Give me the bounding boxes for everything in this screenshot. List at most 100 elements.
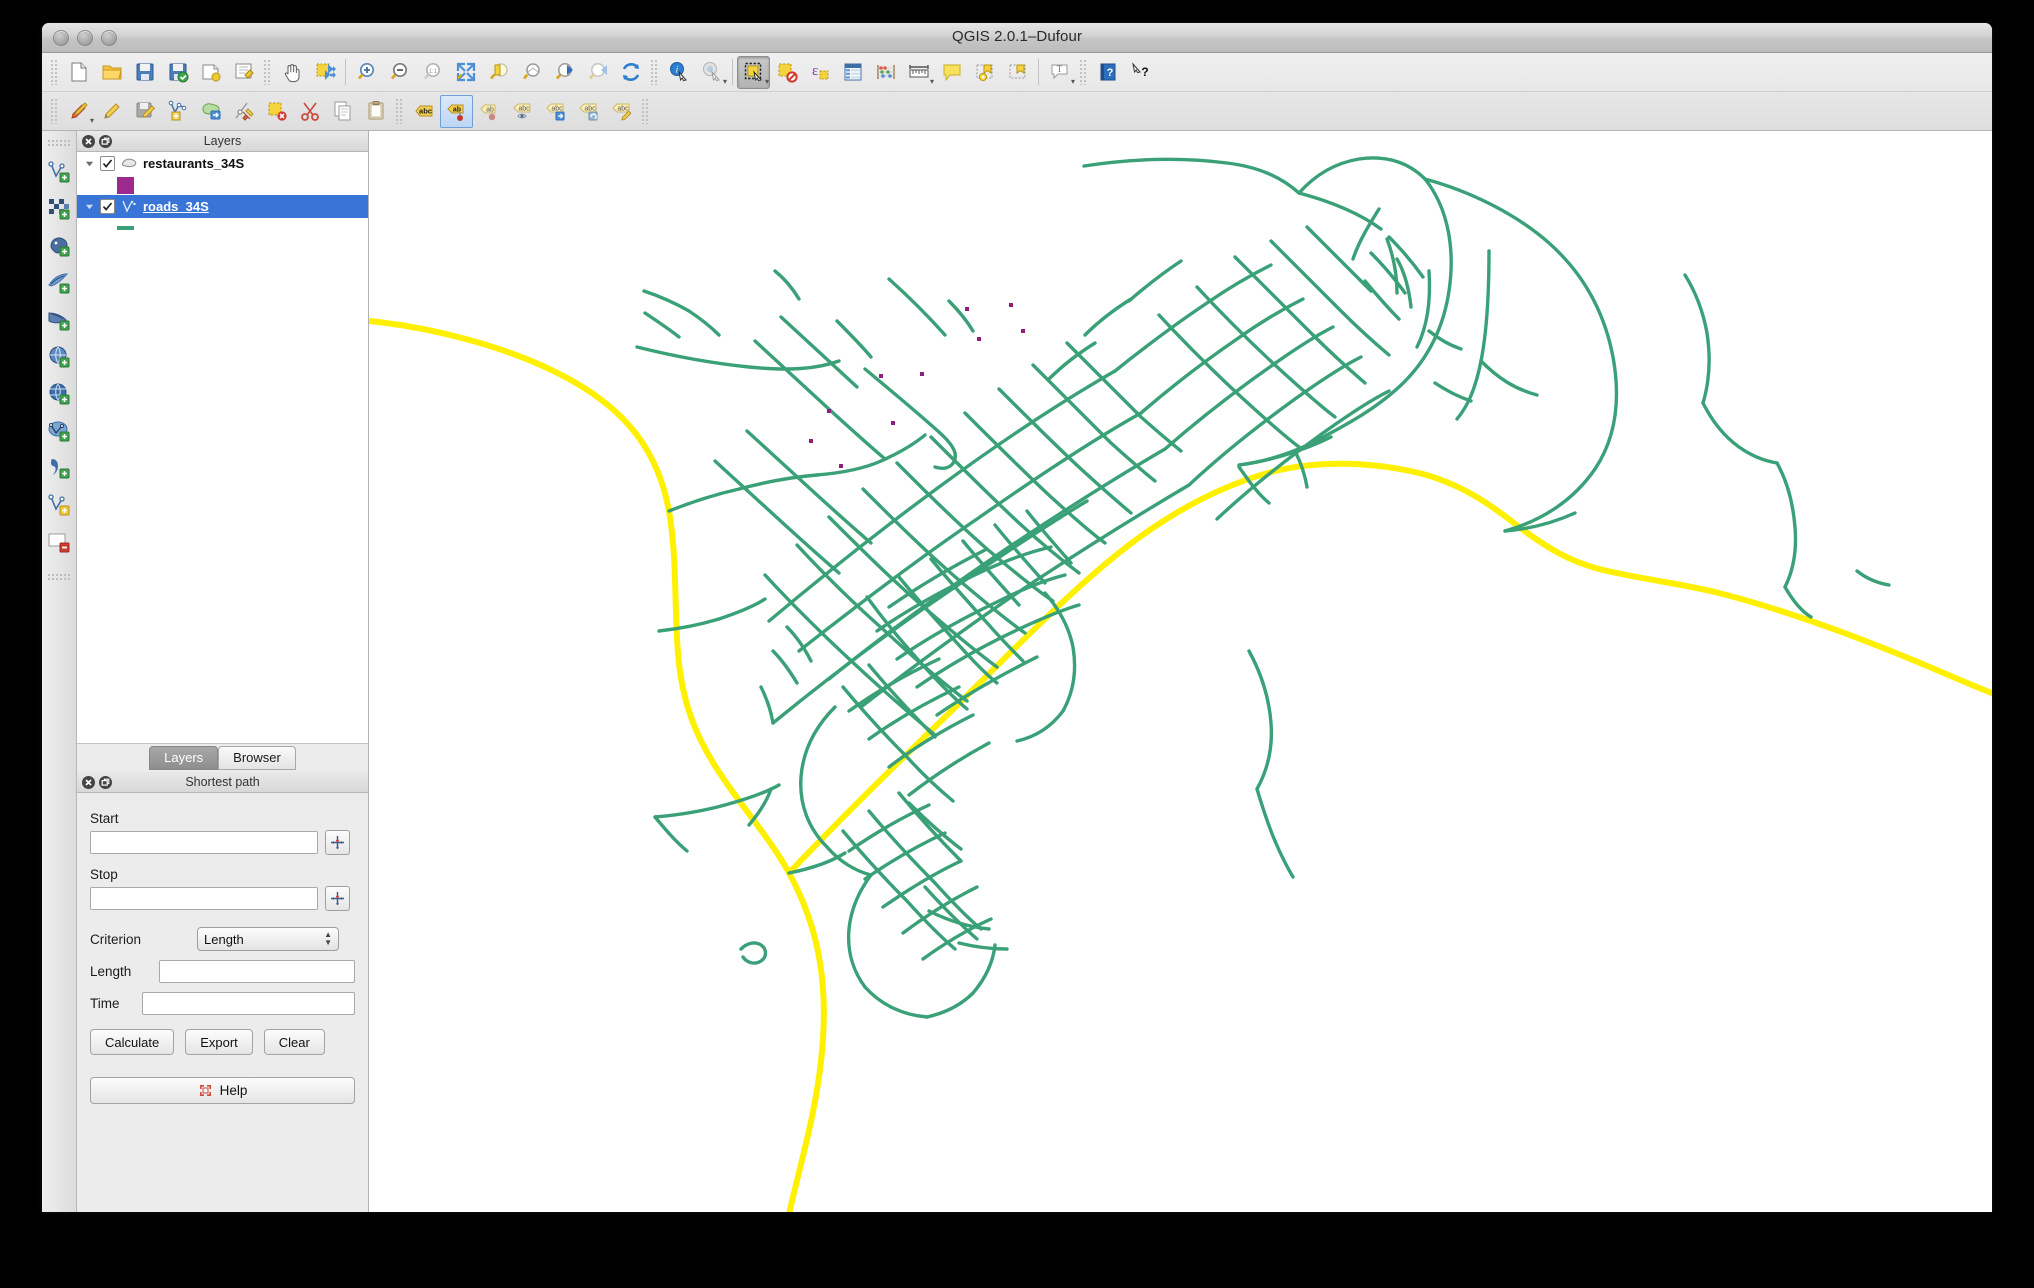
expand-arrow-icon[interactable] <box>85 159 94 168</box>
add-mssql-layer-icon[interactable] <box>45 306 73 334</box>
close-panel-icon[interactable] <box>82 775 95 789</box>
toolbar-grip[interactable] <box>50 98 59 124</box>
new-shapefile-layer-icon[interactable] <box>45 491 73 519</box>
zoom-out-icon[interactable] <box>383 56 416 89</box>
save-project-as-icon[interactable] <box>161 56 194 89</box>
node-tool-icon[interactable] <box>227 95 260 128</box>
zoom-last-icon[interactable] <box>548 56 581 89</box>
zoom-in-icon[interactable] <box>350 56 383 89</box>
chevron-down-icon[interactable]: ▾ <box>90 116 94 124</box>
delete-selected-icon[interactable] <box>260 95 293 128</box>
move-feature-icon[interactable] <box>194 95 227 128</box>
stop-input[interactable] <box>90 887 318 910</box>
deselect-features-icon[interactable] <box>770 56 803 89</box>
expand-arrow-icon[interactable] <box>85 202 94 211</box>
select-features-icon[interactable]: ▾ <box>737 55 770 89</box>
shortest-path-panel-buttons[interactable] <box>82 775 112 789</box>
layer-name-roads[interactable]: roads_34S <box>143 199 209 214</box>
pan-map-icon[interactable] <box>275 56 308 89</box>
add-raster-layer-icon[interactable] <box>45 195 73 223</box>
add-wms-layer-icon[interactable] <box>45 380 73 408</box>
open-attribute-table-icon[interactable] <box>836 56 869 89</box>
paste-features-icon[interactable] <box>359 95 392 128</box>
criterion-select[interactable]: Length ▲ ▼ <box>197 927 339 951</box>
toggle-editing-icon[interactable] <box>95 95 128 128</box>
export-button[interactable]: Export <box>185 1029 253 1055</box>
float-panel-icon[interactable] <box>99 775 112 789</box>
layers-panel-buttons[interactable] <box>82 134 112 148</box>
toolbar-grip[interactable] <box>641 98 650 124</box>
current-edits-icon[interactable]: ▾ <box>62 95 95 128</box>
select-by-expression-icon[interactable]: ε <box>803 56 836 89</box>
layer-labeling-options-icon[interactable]: abc <box>407 95 440 128</box>
change-label-icon[interactable]: abc <box>605 95 638 128</box>
add-spatialite-layer-icon[interactable] <box>45 269 73 297</box>
layer-tree-item-roads[interactable]: roads_34S <box>77 195 368 218</box>
float-panel-icon[interactable] <box>99 134 112 148</box>
move-label-icon[interactable]: abc <box>539 95 572 128</box>
stop-pick-point-button[interactable] <box>325 886 350 911</box>
composer-manager-icon[interactable] <box>227 56 260 89</box>
save-project-icon[interactable] <box>128 56 161 89</box>
copy-features-icon[interactable] <box>326 95 359 128</box>
run-feature-action-icon[interactable]: ▾ <box>695 56 728 89</box>
map-canvas[interactable] <box>369 131 1992 1212</box>
toolbar-grip[interactable] <box>650 59 659 85</box>
layer-tree-item-restaurants[interactable]: restaurants_34S <box>77 152 368 175</box>
layer-visibility-checkbox[interactable] <box>100 156 115 171</box>
field-calculator-icon[interactable] <box>869 56 902 89</box>
clear-button[interactable]: Clear <box>263 1029 325 1055</box>
toolbar-grip[interactable] <box>263 59 272 85</box>
toolbar-grip[interactable] <box>1079 59 1088 85</box>
layer-name-restaurants[interactable]: restaurants_34S <box>143 156 244 171</box>
chevron-down-icon[interactable]: ▾ <box>1071 77 1075 85</box>
measure-line-icon[interactable]: ▾ <box>902 56 935 89</box>
time-input[interactable] <box>142 992 355 1015</box>
zoom-to-layer-icon[interactable] <box>515 56 548 89</box>
add-vector-layer-icon[interactable] <box>45 158 73 186</box>
pan-to-selection-icon[interactable] <box>308 56 341 89</box>
open-project-icon[interactable] <box>95 56 128 89</box>
show-bookmarks-icon[interactable] <box>1001 56 1034 89</box>
show-hide-labels-icon[interactable]: abc <box>506 95 539 128</box>
help-button[interactable]: Help <box>90 1077 355 1104</box>
stepper-icon[interactable]: ▲ ▼ <box>324 931 332 947</box>
start-input[interactable] <box>90 831 318 854</box>
zoom-next-icon[interactable] <box>581 56 614 89</box>
add-wcs-layer-icon[interactable] <box>45 343 73 371</box>
text-annotation-icon[interactable]: T ▾ <box>1043 56 1076 89</box>
zoom-to-selection-icon[interactable] <box>482 56 515 89</box>
length-input[interactable] <box>158 960 355 983</box>
add-wfs-layer-icon[interactable] <box>45 417 73 445</box>
toolbar-grip[interactable] <box>50 59 59 85</box>
zoom-full-icon[interactable] <box>449 56 482 89</box>
close-panel-icon[interactable] <box>82 134 95 148</box>
zoom-native-icon[interactable]: 1:1 <box>416 56 449 89</box>
new-print-composer-icon[interactable] <box>194 56 227 89</box>
layer-tree[interactable]: restaurants_34S roads_34S <box>77 152 368 744</box>
new-bookmark-icon[interactable] <box>968 56 1001 89</box>
tab-layers[interactable]: Layers <box>149 746 219 770</box>
chevron-down-icon[interactable]: ▾ <box>723 77 727 85</box>
refresh-icon[interactable] <box>614 56 647 89</box>
identify-features-icon[interactable]: i <box>662 56 695 89</box>
rotate-label-icon[interactable]: abc <box>572 95 605 128</box>
pin-labels-icon[interactable]: ab <box>440 94 473 128</box>
new-project-icon[interactable] <box>62 56 95 89</box>
toolbar-grip[interactable] <box>47 573 71 581</box>
add-feature-icon[interactable] <box>161 95 194 128</box>
chevron-down-icon[interactable]: ▾ <box>765 77 769 85</box>
save-layer-edits-icon[interactable] <box>128 95 161 128</box>
start-pick-point-button[interactable] <box>325 830 350 855</box>
add-postgis-layer-icon[interactable] <box>45 232 73 260</box>
help-contents-icon[interactable]: ? <box>1091 56 1124 89</box>
map-tips-icon[interactable] <box>935 56 968 89</box>
highlight-pinned-labels-icon[interactable]: ab <box>473 95 506 128</box>
tab-browser[interactable]: Browser <box>218 746 296 770</box>
remove-layer-icon[interactable] <box>45 528 73 556</box>
layer-visibility-checkbox[interactable] <box>100 199 115 214</box>
cut-features-icon[interactable] <box>293 95 326 128</box>
whats-this-icon[interactable]: ? <box>1124 56 1157 89</box>
chevron-down-icon[interactable]: ▾ <box>930 77 934 85</box>
add-delimited-text-layer-icon[interactable] <box>45 454 73 482</box>
